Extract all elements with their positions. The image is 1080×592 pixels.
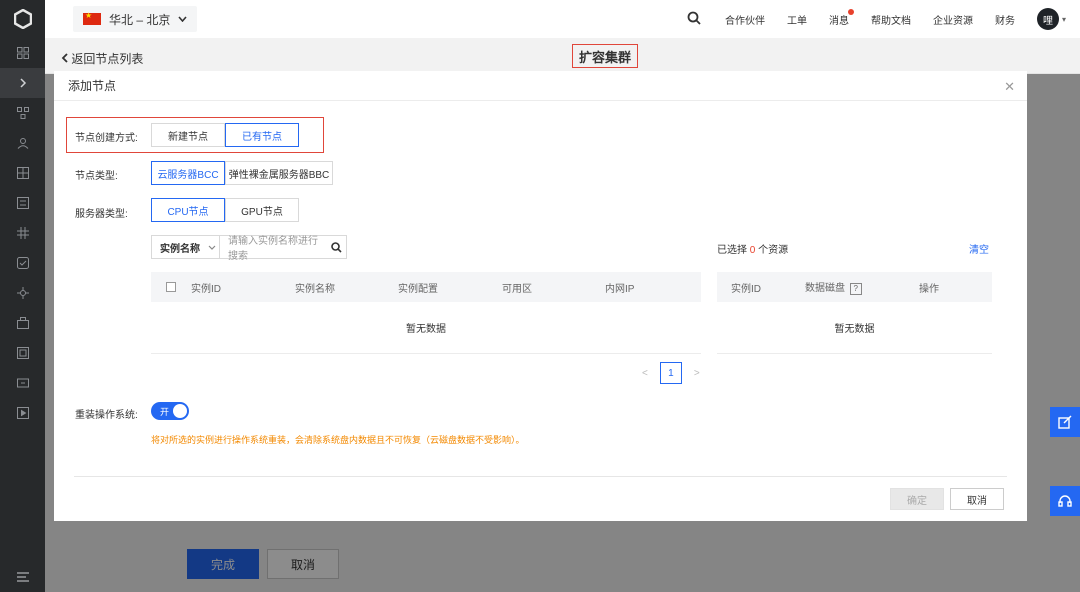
page-title: 扩容集群	[572, 44, 638, 68]
server-type-selector: CPU节点 GPU节点	[151, 198, 299, 222]
option-bcc[interactable]: 云服务器BCC	[151, 161, 225, 185]
modal-header: 添加节点 ✕	[54, 71, 1027, 101]
next-page-button[interactable]: >	[694, 368, 700, 379]
nav-help-docs[interactable]: 帮助文档	[871, 12, 911, 27]
column-header: 实例ID	[191, 283, 221, 295]
table-header: 实例ID 数据磁盘 ? 操作	[717, 272, 992, 302]
nav-messages[interactable]: 消息	[828, 8, 854, 27]
option-new-node[interactable]: 新建节点	[151, 123, 225, 147]
column-header: 数据磁盘	[805, 283, 845, 294]
grid-icon[interactable]	[0, 38, 45, 68]
search-field-select[interactable]: 实例名称	[152, 236, 220, 258]
modal-title: 添加节点	[68, 79, 117, 93]
create-method-label: 节点创建方式:	[75, 133, 138, 144]
chevron-down-icon: ▾	[1061, 14, 1066, 24]
toggle-label: 开	[160, 407, 170, 417]
search-input[interactable]: 请输入实例名称进行搜索	[220, 232, 326, 262]
page-number[interactable]: 1	[659, 362, 682, 384]
registry-icon[interactable]	[0, 338, 45, 368]
top-header: 华北 – 北京 合作伙伴 工单 消息 帮助文档 企业资源 财务 哩 ▾	[45, 0, 1080, 38]
region-selector[interactable]: 华北 – 北京	[73, 6, 198, 32]
column-header: 实例名称	[295, 283, 335, 295]
edit-feedback-icon[interactable]	[1050, 407, 1080, 437]
node-type-label: 节点类型:	[75, 171, 118, 182]
create-method-selector: 新建节点 已有节点	[151, 123, 299, 147]
prev-page-button[interactable]: <	[642, 368, 648, 379]
notification-dot	[847, 8, 854, 15]
dashboard-icon[interactable]	[0, 158, 45, 188]
monitor-icon[interactable]	[0, 368, 45, 398]
selected-prefix: 已选择	[717, 245, 747, 256]
empty-state: 暂无数据	[717, 302, 992, 354]
node-type-selector: 云服务器BCC 弹性裸金属服务器BBC	[151, 161, 333, 185]
cancel-button[interactable]: 取消	[950, 488, 1004, 510]
region-label: 华北 – 北京	[109, 12, 171, 27]
config-icon[interactable]	[0, 248, 45, 278]
service-icon[interactable]	[0, 278, 45, 308]
nav-messages-label: 消息	[828, 15, 849, 27]
chevron-left-icon	[61, 53, 68, 63]
back-label: 返回节点列表	[71, 52, 144, 66]
option-cpu-node[interactable]: CPU节点	[151, 198, 225, 222]
close-icon[interactable]: ✕	[1004, 79, 1015, 95]
back-to-node-list-link[interactable]: 返回节点列表	[61, 50, 143, 67]
selected-resources-table: 实例ID 数据磁盘 ? 操作 暂无数据	[717, 272, 992, 354]
search-icon[interactable]	[687, 11, 701, 28]
search-icon[interactable]	[326, 241, 346, 253]
expand-sidebar-icon[interactable]	[0, 68, 45, 98]
network-icon[interactable]	[0, 218, 45, 248]
nav-partners[interactable]: 合作伙伴	[725, 12, 765, 27]
reinstall-os-label: 重装操作系统:	[75, 410, 138, 421]
selected-count: 0	[749, 245, 756, 256]
nav-enterprise-resources[interactable]: 企业资源	[933, 12, 973, 27]
package-icon[interactable]	[0, 308, 45, 338]
chevron-down-icon	[178, 14, 187, 25]
toggle-knob	[173, 404, 187, 418]
reinstall-os-toggle[interactable]: 开	[151, 402, 189, 420]
selected-suffix: 个资源	[758, 245, 789, 256]
divider	[74, 476, 1007, 477]
empty-state: 暂无数据	[151, 302, 701, 354]
avatar: 哩	[1036, 8, 1059, 30]
server-type-label: 服务器类型:	[75, 209, 128, 220]
confirm-button[interactable]: 确定	[890, 488, 944, 510]
users-icon[interactable]	[0, 128, 45, 158]
china-flag-icon	[83, 11, 101, 25]
column-header: 内网IP	[605, 283, 635, 295]
menu-icon[interactable]	[0, 562, 45, 592]
option-bbc[interactable]: 弹性裸金属服务器BBC	[225, 161, 333, 185]
table-header: 实例ID 实例名称 实例配置 可用区 内网IP	[151, 272, 701, 302]
reinstall-warning: 将对所选的实例进行操作系统重装，会清除系统盘内数据且不可恢复（云磁盘数据不受影响…	[151, 435, 525, 445]
column-header-with-help: 数据磁盘 ?	[805, 279, 919, 295]
left-sidebar	[0, 0, 45, 592]
headset-support-icon[interactable]	[1050, 486, 1080, 516]
user-menu[interactable]: 哩 ▾	[1036, 8, 1066, 30]
media-icon[interactable]	[0, 398, 45, 428]
storage-icon[interactable]	[0, 188, 45, 218]
chevron-down-icon	[208, 243, 216, 252]
column-header: 实例配置	[398, 283, 438, 295]
instance-table: 实例ID 实例名称 实例配置 可用区 内网IP 暂无数据	[151, 272, 701, 354]
option-existing-node[interactable]: 已有节点	[225, 123, 299, 147]
column-header: 实例ID	[731, 283, 761, 295]
search-field-label: 实例名称	[160, 243, 200, 255]
clear-selection-link[interactable]: 清空	[969, 241, 989, 256]
nav-tickets[interactable]: 工单	[787, 12, 807, 27]
selected-count-info: 已选择 0 个资源	[717, 241, 788, 256]
nav-finance[interactable]: 财务	[995, 12, 1015, 27]
logo-icon[interactable]	[0, 0, 45, 38]
instance-search: 实例名称 请输入实例名称进行搜索	[151, 232, 347, 262]
sub-header: 返回节点列表 扩容集群	[45, 38, 1080, 74]
column-header: 操作	[919, 283, 939, 295]
help-icon[interactable]: ?	[849, 283, 862, 295]
pagination: < 1 >	[642, 362, 700, 384]
option-gpu-node[interactable]: GPU节点	[225, 198, 299, 222]
cluster-icon[interactable]	[0, 98, 45, 128]
add-node-modal: 添加节点 ✕ 节点创建方式: 新建节点 已有节点 节点类型: 云服务器BCC 弹…	[54, 71, 1027, 521]
select-all-checkbox[interactable]	[166, 282, 176, 292]
column-header: 可用区	[502, 283, 532, 295]
